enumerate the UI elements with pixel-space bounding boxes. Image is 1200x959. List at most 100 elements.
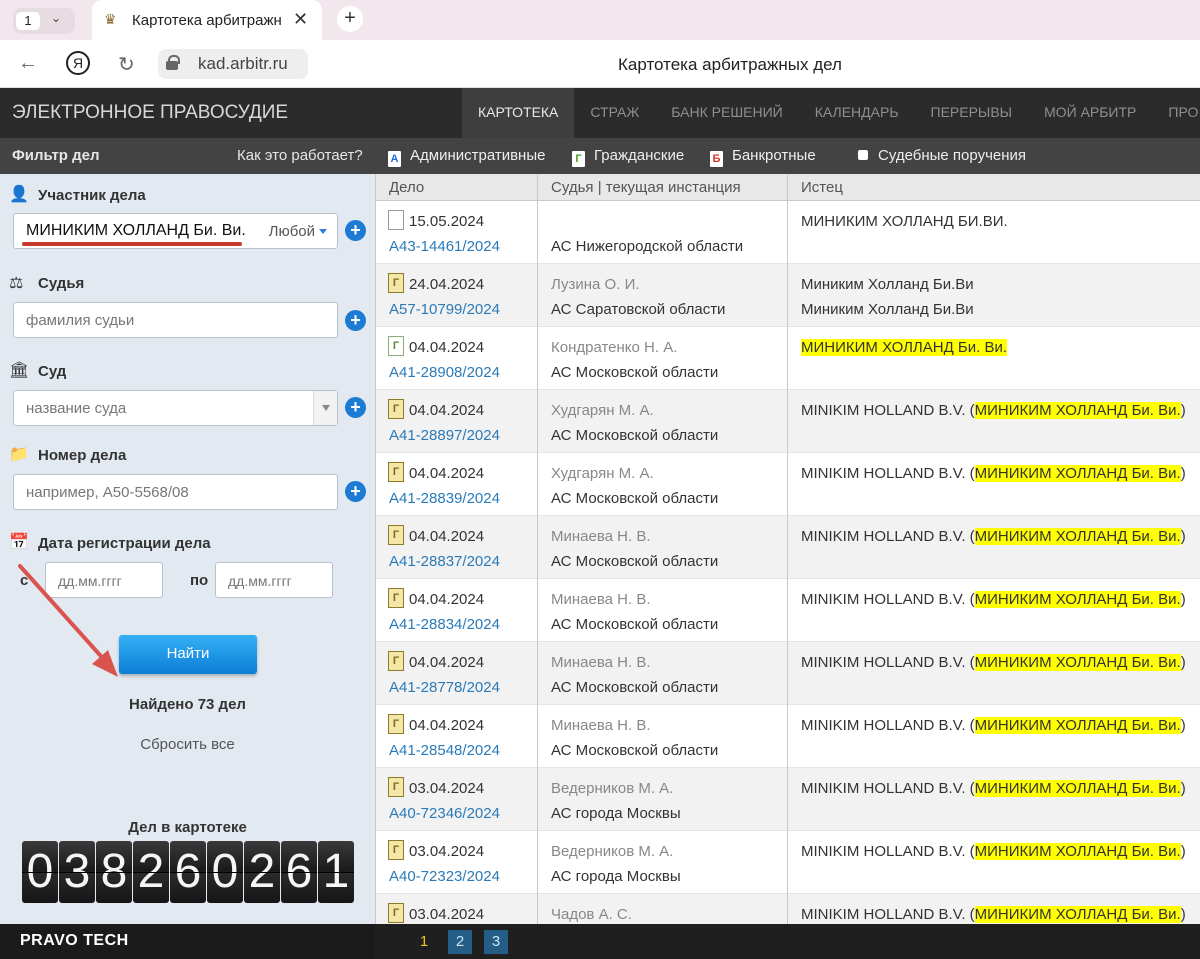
column-header-case[interactable]: Дело: [389, 179, 424, 196]
nav-item-decisions[interactable]: БАНК РЕШЕНИЙ: [655, 88, 798, 138]
case-number-link[interactable]: А41-28897/2024: [389, 427, 500, 444]
table-row[interactable]: Г 03.04.2024 Чадов А. С. MINIKIM HOLLAND B.…: [376, 894, 1200, 924]
bankruptcy-icon: Б: [710, 151, 723, 167]
case-number-link[interactable]: А40-72323/2024: [389, 868, 500, 885]
filter-bar: Фильтр дел Как это работает? А Администра…: [0, 138, 1200, 174]
category-label: Гражданские: [594, 147, 685, 164]
plaintiff-tail: ): [1180, 591, 1186, 608]
category-civil[interactable]: Г Гражданские: [572, 147, 684, 167]
url-field[interactable]: kad.arbitr.ru: [158, 49, 308, 79]
plaintiff-highlight: МИНИКИМ ХОЛЛАНД Би. Ви.: [974, 780, 1181, 797]
table-row[interactable]: Г 04.04.2024 А41-28897/2024 Худгарян М. А. А…: [376, 390, 1200, 453]
counter-digit: 1: [318, 841, 354, 903]
case-date: 04.04.2024: [409, 465, 485, 482]
category-administrative[interactable]: А Административные: [388, 147, 545, 167]
results-table: 15.05.2024 А43-14461/2024 АС Нижегородской…: [376, 201, 1200, 924]
active-tab[interactable]: ♛ Картотека арбитражных дел ✕: [92, 0, 322, 42]
case-date: 24.04.2024: [409, 276, 485, 293]
court-name: АС Московской области: [551, 553, 719, 570]
judge-name: Худгарян М. А.: [551, 402, 654, 419]
case-date: 03.04.2024: [409, 843, 485, 860]
chevron-down-icon: ⌄: [51, 11, 62, 25]
table-row[interactable]: Г 24.04.2024 А57-10799/2024 Лузина О. И. АС …: [376, 264, 1200, 327]
table-row[interactable]: Г 04.04.2024 А41-28778/2024 Минаева Н. В. АС…: [376, 642, 1200, 705]
table-row[interactable]: 15.05.2024 А43-14461/2024 АС Нижегородской…: [376, 201, 1200, 264]
document-icon: Г: [388, 273, 404, 293]
document-icon: Г: [388, 903, 404, 923]
case-number-link[interactable]: А41-28778/2024: [389, 679, 500, 696]
table-row[interactable]: Г 04.04.2024 А41-28837/2024 Минаева Н. В. АС…: [376, 516, 1200, 579]
emblem-icon: ♛: [104, 11, 117, 27]
column-header-judge[interactable]: Судья | текущая инстанция: [551, 179, 741, 196]
table-row[interactable]: Г 04.04.2024 А41-28548/2024 Минаева Н. В. АС…: [376, 705, 1200, 768]
plaintiff-name: MINIKIM HOLLAND B.V. (МИНИКИМ ХОЛЛАНД Би…: [801, 717, 1186, 734]
case-number-link[interactable]: А41-28908/2024: [389, 364, 500, 381]
page-2[interactable]: 2: [448, 930, 472, 954]
plaintiff-text: MINIKIM HOLLAND B.V. (: [801, 591, 975, 608]
nav-item-catalog[interactable]: КАРТОТЕКА: [462, 88, 575, 138]
yandex-icon[interactable]: Я: [66, 51, 90, 75]
case-number-link[interactable]: А41-28837/2024: [389, 553, 500, 570]
plaintiff-highlight: МИНИКИМ ХОЛЛАНД Би. Ви.: [974, 843, 1181, 860]
page-3[interactable]: 3: [484, 930, 508, 954]
counter-digit: 0: [207, 841, 243, 903]
category-bankruptcy[interactable]: Б Банкротные: [710, 147, 816, 167]
case-number-link[interactable]: А43-14461/2024: [389, 238, 500, 255]
column-divider: [375, 174, 376, 924]
nav-item-guard[interactable]: СТРАЖ: [574, 88, 655, 138]
plaintiff-highlight: МИНИКИМ ХОЛЛАНД Би. Ви.: [974, 717, 1181, 734]
case-number-link[interactable]: А41-28839/2024: [389, 490, 500, 507]
case-date: 04.04.2024: [409, 654, 485, 671]
new-tab-button[interactable]: +: [337, 6, 363, 32]
court-name: АС Московской области: [551, 364, 719, 381]
case-number-link[interactable]: А41-28834/2024: [389, 616, 500, 633]
reload-icon[interactable]: ↻: [118, 52, 135, 77]
close-icon[interactable]: ✕: [293, 9, 308, 30]
counter-digit: 2: [133, 841, 169, 903]
document-icon: [388, 210, 404, 230]
nav-item-calendar[interactable]: КАЛЕНДАРЬ: [799, 88, 915, 138]
plaintiff-highlight: МИНИКИМ ХОЛЛАНД Би. Ви.: [974, 465, 1181, 482]
case-number-link[interactable]: А40-72346/2024: [389, 805, 500, 822]
pravo-tech-logo[interactable]: PRAVO TECH: [20, 932, 129, 950]
nav-item-breaks[interactable]: ПЕРЕРЫВЫ: [915, 88, 1029, 138]
address-bar: ← Я ↻ kad.arbitr.ru Картотека арбитражны…: [0, 40, 1200, 88]
tab-switcher[interactable]: 1 ⌄: [13, 8, 75, 34]
category-label: Банкротные: [732, 147, 816, 164]
document-icon: Г: [388, 714, 404, 734]
case-date: 04.04.2024: [409, 402, 485, 419]
table-row[interactable]: Г 04.04.2024 А41-28908/2024 Кондратенко Н. …: [376, 327, 1200, 390]
plaintiff-tail: ): [1180, 780, 1186, 797]
table-row[interactable]: Г 04.04.2024 А41-28834/2024 Минаева Н. В. АС…: [376, 579, 1200, 642]
case-date: 15.05.2024: [409, 213, 485, 230]
browser-tab-bar: 1 ⌄ ♛ Картотека арбитражных дел ✕ +: [0, 0, 1200, 42]
plaintiff-tail: ): [1180, 843, 1186, 860]
plaintiff-name: MINIKIM HOLLAND B.V. (МИНИКИМ ХОЛЛАНД Би…: [801, 906, 1186, 923]
document-icon: Г: [388, 840, 404, 860]
pagination: 1 2 3: [412, 930, 520, 954]
judge-name: Ведерников М. А.: [551, 843, 674, 860]
plaintiff-text: MINIKIM HOLLAND B.V. (: [801, 654, 975, 671]
plaintiff-tail: ): [1180, 717, 1186, 734]
nav-item-my-arbitr[interactable]: МОЙ АРБИТР: [1028, 88, 1152, 138]
category-label: Административные: [410, 147, 546, 164]
plaintiff-text: MINIKIM HOLLAND B.V. (: [801, 402, 975, 419]
page-1[interactable]: 1: [412, 930, 436, 954]
table-row[interactable]: Г 03.04.2024 А40-72323/2024 Ведерников М. А…: [376, 831, 1200, 894]
court-name: АС города Москвы: [551, 868, 681, 885]
plaintiff-highlight: МИНИКИМ ХОЛЛАНД Би. Ви.: [974, 906, 1181, 923]
case-number-link[interactable]: А57-10799/2024: [389, 301, 500, 318]
counter-digit: 3: [59, 841, 95, 903]
table-row[interactable]: Г 04.04.2024 А41-28839/2024 Худгарян М. А. А…: [376, 453, 1200, 516]
how-it-works-link[interactable]: Как это работает?: [237, 147, 363, 164]
back-icon[interactable]: ←: [18, 52, 38, 75]
column-header-plaintiff[interactable]: Истец: [801, 179, 843, 196]
nav-item-pro[interactable]: ПРО: [1152, 88, 1200, 138]
case-number-link[interactable]: А41-28548/2024: [389, 742, 500, 759]
site-logo[interactable]: ЭЛЕКТРОННОЕ ПРАВОСУДИЕ: [12, 102, 288, 124]
judge-name: Минаева Н. В.: [551, 654, 651, 671]
court-orders-checkbox[interactable]: Судебные поручения: [858, 147, 1026, 164]
reset-all-link[interactable]: Сбросить все: [0, 736, 375, 753]
table-row[interactable]: Г 03.04.2024 А40-72346/2024 Ведерников М. А…: [376, 768, 1200, 831]
court-name: АС города Москвы: [551, 805, 681, 822]
